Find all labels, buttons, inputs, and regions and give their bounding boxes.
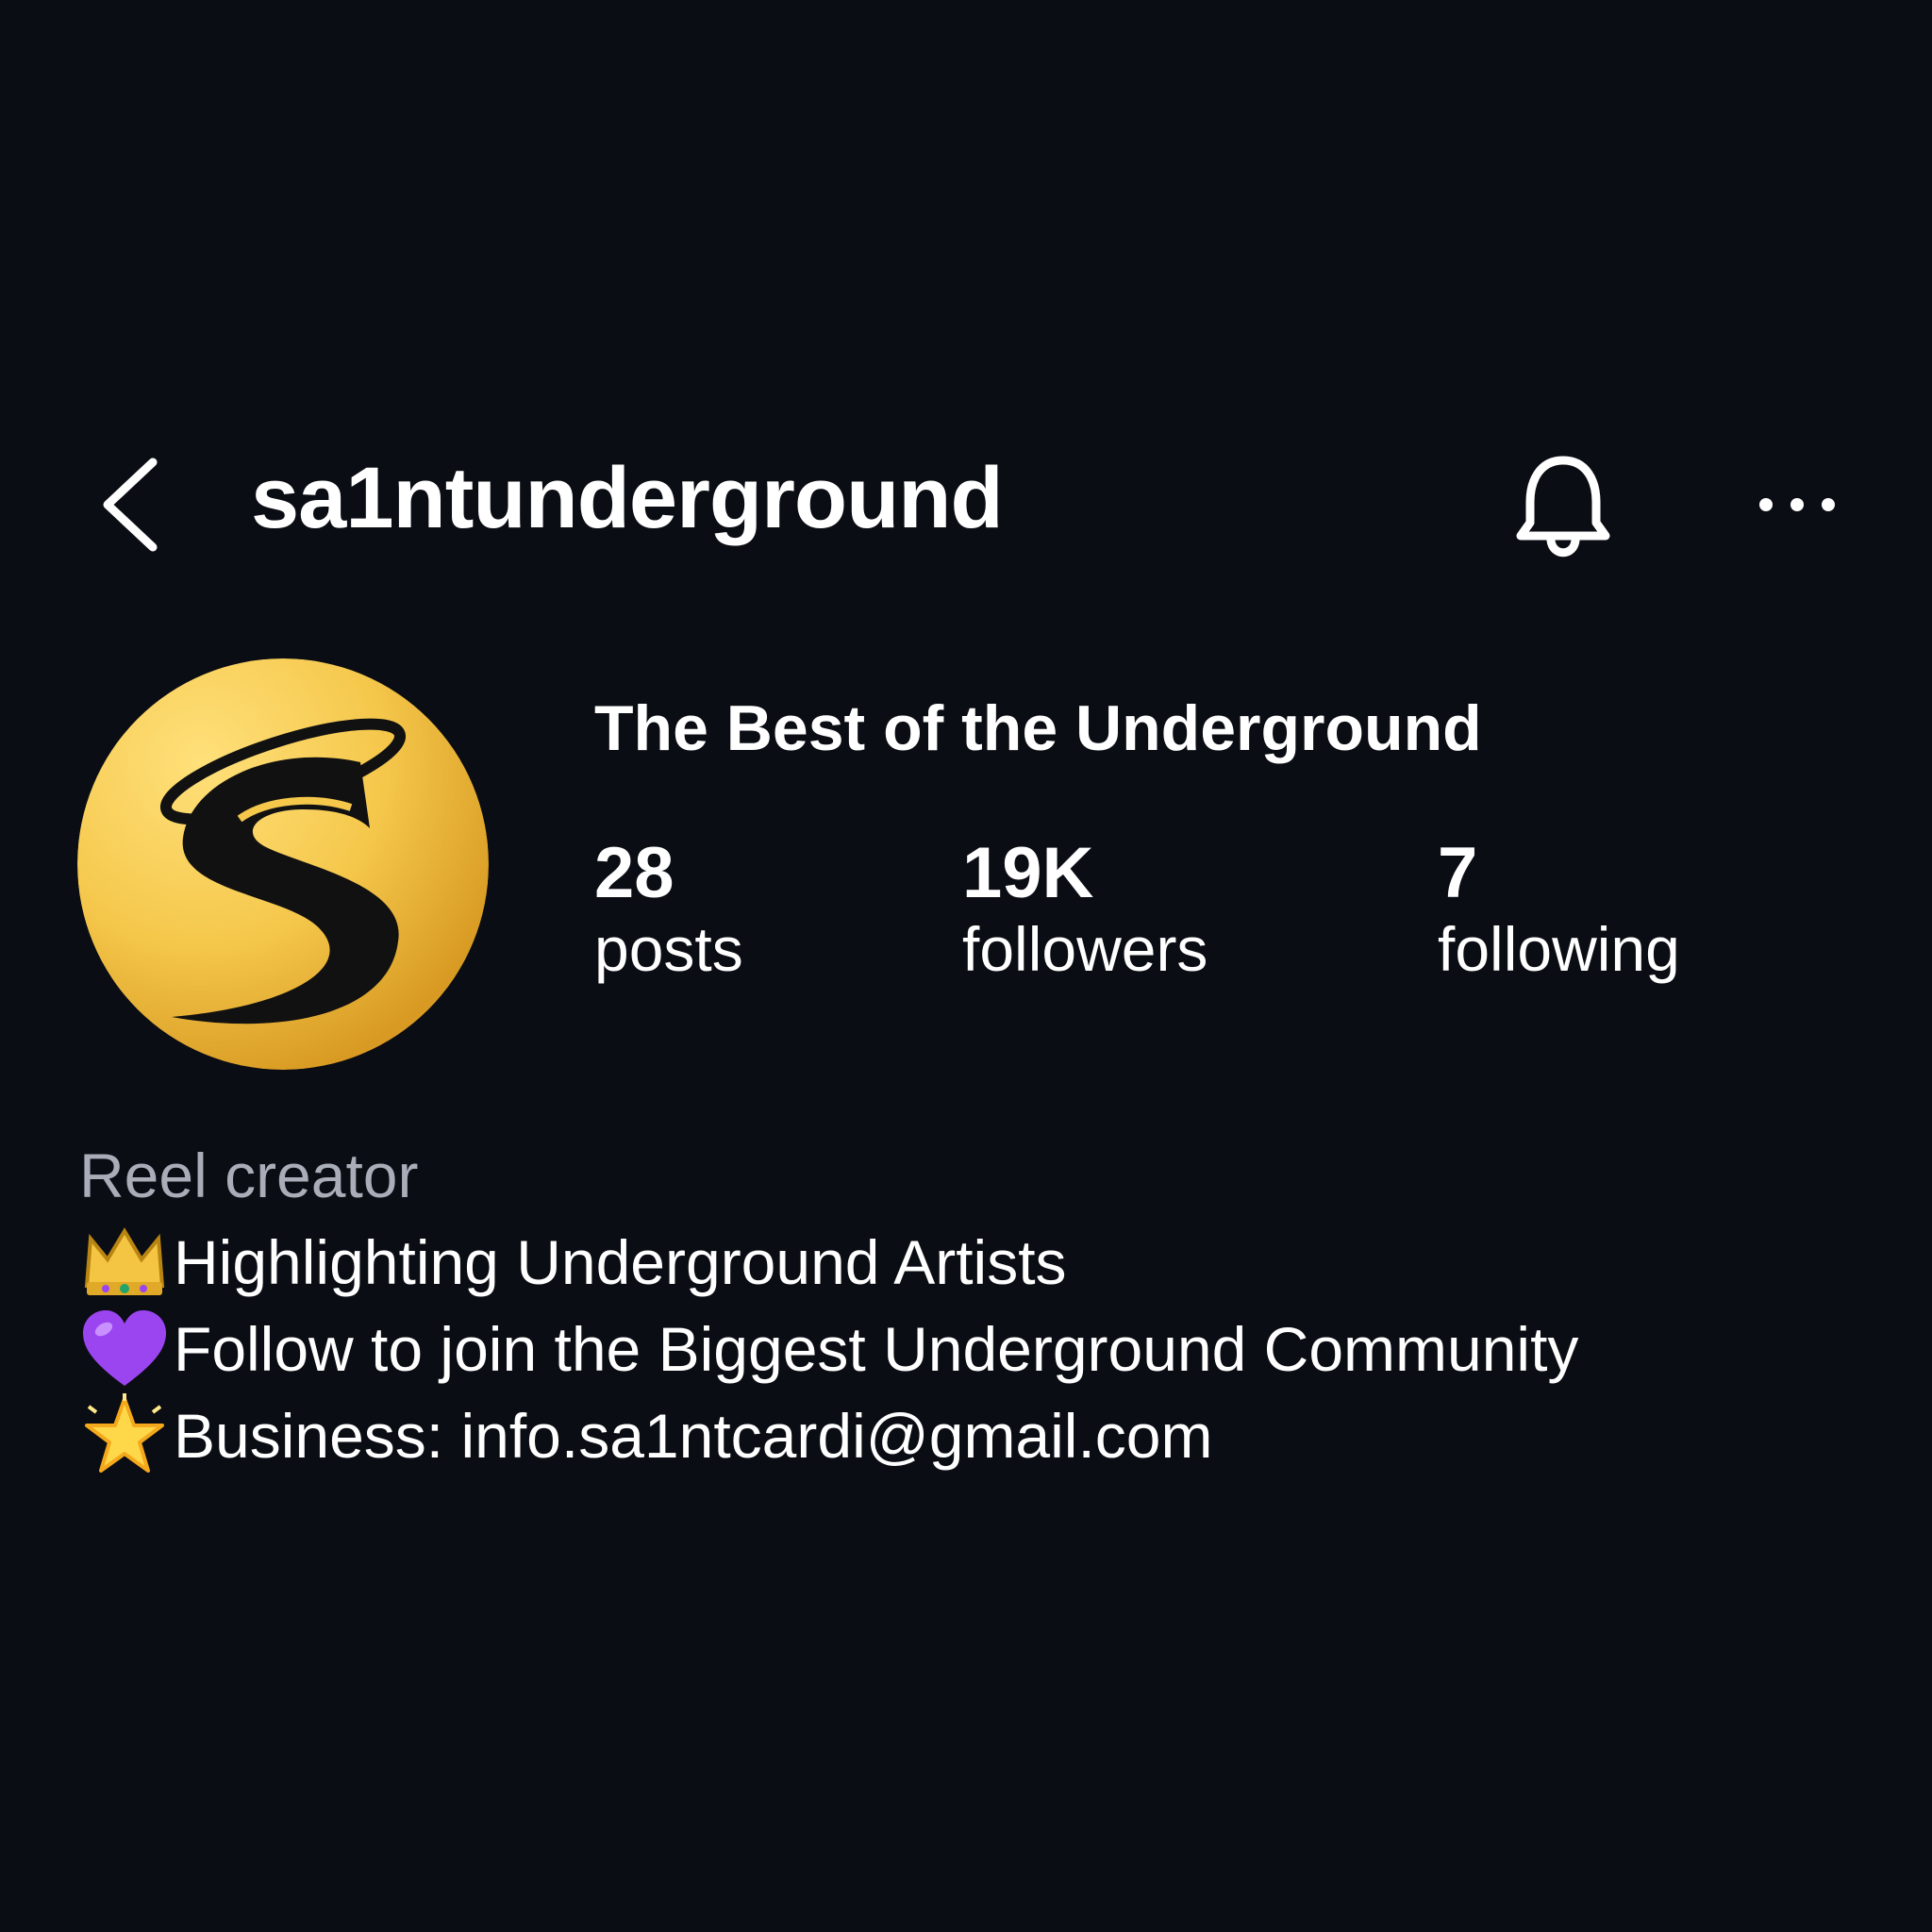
following-label: following bbox=[1438, 914, 1680, 984]
profile-display-name: The Best of the Underground bbox=[594, 692, 1482, 764]
bio-line: Highlighting Underground Artists bbox=[79, 1219, 1578, 1306]
bell-icon[interactable] bbox=[1511, 451, 1615, 564]
bio-line: Business: info.sa1ntcardi@gmail.com bbox=[79, 1392, 1578, 1479]
purple-heart-icon bbox=[83, 1310, 166, 1386]
bio-text: Follow to join the Biggest Underground C… bbox=[174, 1314, 1579, 1384]
profile-bio: Reel creator Highlighting Underground Ar… bbox=[79, 1132, 1578, 1479]
posts-label: posts bbox=[594, 914, 743, 984]
bio-line: Follow to join the Biggest Underground C… bbox=[79, 1306, 1578, 1392]
posts-number: 28 bbox=[594, 833, 675, 913]
following-count[interactable]: 7 following bbox=[1438, 838, 1680, 982]
glowing-star-icon bbox=[85, 1393, 164, 1473]
profile-category: Reel creator bbox=[79, 1141, 419, 1210]
followers-count[interactable]: 19K followers bbox=[962, 838, 1208, 982]
bio-text: Business: info.sa1ntcardi@gmail.com bbox=[174, 1401, 1213, 1471]
chevron-left-icon[interactable] bbox=[94, 453, 179, 557]
followers-label: followers bbox=[962, 914, 1208, 984]
followers-number: 19K bbox=[962, 833, 1094, 913]
crown-icon bbox=[84, 1227, 165, 1295]
profile-header: sa1ntunderground bbox=[0, 415, 1932, 585]
avatar[interactable] bbox=[77, 658, 489, 1070]
posts-count[interactable]: 28 posts bbox=[594, 838, 743, 982]
profile-username: sa1ntunderground bbox=[251, 450, 1004, 546]
more-horizontal-icon[interactable] bbox=[1755, 491, 1840, 519]
gold-s-logo bbox=[77, 658, 489, 1070]
following-number: 7 bbox=[1438, 833, 1478, 913]
bio-text: Highlighting Underground Artists bbox=[174, 1227, 1067, 1297]
